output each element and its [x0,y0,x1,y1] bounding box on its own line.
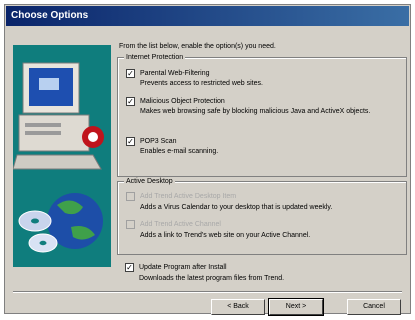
update-program-checkbox[interactable]: ✓ [125,263,134,272]
setup-illustration [13,45,111,267]
back-button[interactable]: < Back [211,299,265,315]
group-legend: Active Desktop [124,177,175,186]
pop3-scan-desc: Enables e-mail scanning. [140,148,219,155]
parental-filtering-desc: Prevents access to restricted web sites. [140,80,263,87]
desktop-item-checkbox[interactable] [126,192,135,201]
desktop-item-label: Add Trend Active Desktop Item [140,193,237,200]
choose-options-dialog: Choose Options From the list below, enab… [4,4,411,316]
active-channel-checkbox[interactable] [126,220,135,229]
malicious-object-checkbox[interactable]: ✓ [126,97,135,106]
update-program-label: Update Program after Install [139,264,227,271]
parental-filtering-label: Parental Web-Filtering [140,70,210,77]
button-separator [13,291,402,293]
parental-filtering-checkbox[interactable]: ✓ [126,69,135,78]
malicious-object-desc: Makes web browsing safe by blocking mali… [140,108,371,115]
active-channel-label: Add Trend Active Channel [140,221,221,228]
computer-globe-illustration [13,45,111,267]
title-bar: Choose Options [6,6,409,26]
internet-protection-group: Internet Protection ✓ Parental Web-Filte… [117,53,407,177]
pop3-scan-checkbox[interactable]: ✓ [126,137,135,146]
cancel-button[interactable]: Cancel [347,299,401,315]
intro-text: From the list below, enable the option(s… [119,43,276,50]
next-button[interactable]: Next > [268,298,324,316]
active-desktop-group: Active Desktop Add Trend Active Desktop … [117,177,407,255]
active-channel-desc: Adds a link to Trend's web site on your … [140,232,311,239]
desktop-item-desc: Adds a Virus Calendar to your desktop th… [140,204,333,211]
pop3-scan-label: POP3 Scan [140,138,177,145]
group-legend: Internet Protection [124,53,186,62]
malicious-object-label: Malicious Object Protection [140,98,225,105]
update-program-desc: Downloads the latest program files from … [139,275,285,282]
